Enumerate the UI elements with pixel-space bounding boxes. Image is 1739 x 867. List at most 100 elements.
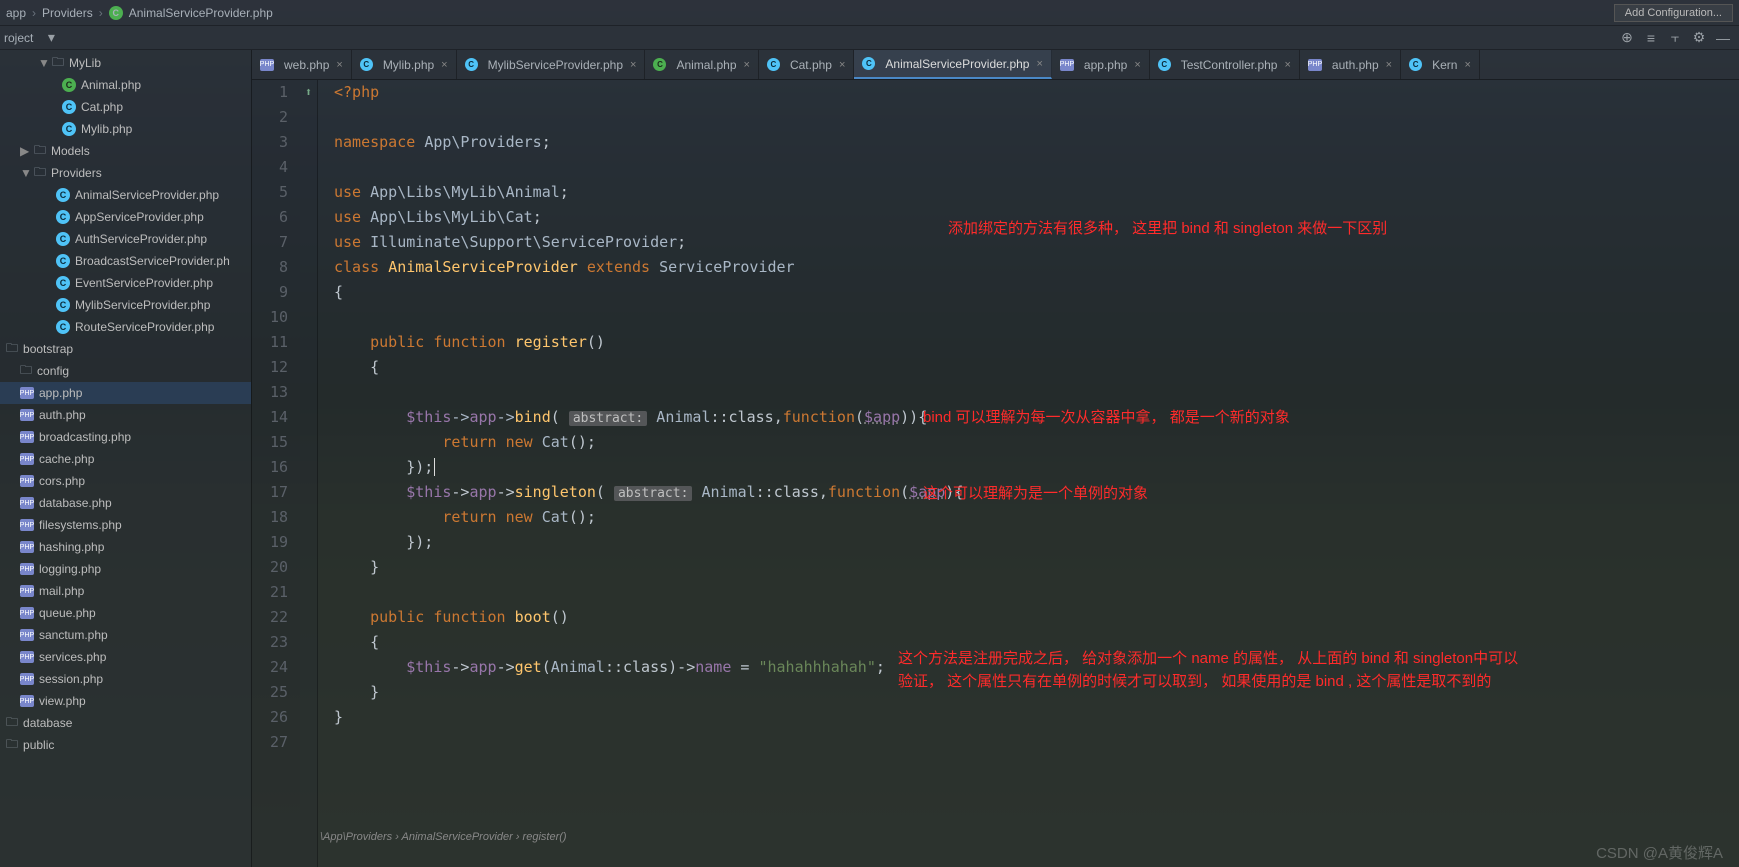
editor-tab[interactable]: CAnimalServiceProvider.php×	[854, 50, 1052, 79]
tree-label: view.php	[39, 694, 86, 708]
close-icon[interactable]: ×	[441, 59, 447, 71]
expand-icon[interactable]: ≡	[1642, 29, 1660, 47]
tree-item[interactable]: 🗀public	[0, 734, 251, 756]
tree-item[interactable]: PHPcache.php	[0, 448, 251, 470]
close-icon[interactable]: ×	[839, 59, 845, 71]
tree-label: logging.php	[39, 562, 101, 576]
breadcrumb[interactable]: app › Providers › C AnimalServiceProvide…	[6, 6, 273, 20]
class-icon: C	[56, 298, 70, 312]
tree-item[interactable]: ▼🗀Providers	[0, 162, 251, 184]
tree-item[interactable]: PHPview.php	[0, 690, 251, 712]
close-icon[interactable]: ×	[1036, 58, 1042, 70]
tree-item[interactable]: PHPcors.php	[0, 470, 251, 492]
tree-label: Cat.php	[81, 100, 123, 114]
class-icon: C	[862, 57, 875, 70]
tree-item[interactable]: PHPservices.php	[0, 646, 251, 668]
gear-icon[interactable]: ⚙	[1690, 29, 1708, 47]
split-icon[interactable]: ⫟	[1666, 29, 1684, 47]
php-icon: PHP	[20, 497, 34, 509]
project-tree[interactable]: ▼🗀MyLibCAnimal.phpCCat.phpCMylib.php▶🗀Mo…	[0, 50, 252, 867]
dropdown-icon[interactable]: ▾	[42, 29, 60, 47]
tree-item[interactable]: PHPmail.php	[0, 580, 251, 602]
tab-label: MylibServiceProvider.php	[488, 58, 623, 72]
top-toolbar: app › Providers › C AnimalServiceProvide…	[0, 0, 1739, 26]
tree-item[interactable]: CAppServiceProvider.php	[0, 206, 251, 228]
tree-item[interactable]: CAnimal.php	[0, 74, 251, 96]
tree-item[interactable]: CCat.php	[0, 96, 251, 118]
tree-item[interactable]: PHP session.php	[0, 668, 251, 690]
tree-item[interactable]: CMylib.php	[0, 118, 251, 140]
editor-tab[interactable]: CTestController.php×	[1150, 50, 1300, 79]
tree-item[interactable]: PHP app.php	[0, 382, 251, 404]
tree-label: Providers	[51, 166, 102, 180]
editor-tab[interactable]: PHPauth.php×	[1300, 50, 1401, 79]
php-icon: PHP	[20, 651, 34, 663]
tree-label: hashing.php	[39, 540, 104, 554]
editor-tab[interactable]: CCat.php×	[759, 50, 854, 79]
close-icon[interactable]: ×	[1386, 59, 1392, 71]
locate-icon[interactable]: ⊕	[1618, 29, 1636, 47]
close-icon[interactable]: ×	[744, 59, 750, 71]
tree-label: sanctum.php	[39, 628, 108, 642]
editor-tab[interactable]: CMylibServiceProvider.php×	[457, 50, 646, 79]
tree-item[interactable]: PHPlogging.php	[0, 558, 251, 580]
tree-item[interactable]: PHPqueue.php	[0, 602, 251, 624]
tree-label: BroadcastServiceProvider.ph	[75, 254, 230, 268]
class-icon: C	[56, 210, 70, 224]
close-icon[interactable]: ×	[1464, 59, 1470, 71]
tree-item[interactable]: 🗀config	[0, 360, 251, 382]
close-icon[interactable]: ×	[1284, 59, 1290, 71]
php-icon: PHP	[20, 673, 34, 685]
parameter-hint: abstract:	[569, 411, 647, 426]
php-icon: PHP	[20, 629, 34, 641]
tree-item[interactable]: CAnimalServiceProvider.php	[0, 184, 251, 206]
tree-item[interactable]: PHPdatabase.php	[0, 492, 251, 514]
tree-item[interactable]: CAuthServiceProvider.php	[0, 228, 251, 250]
breadcrumb-seg[interactable]: AnimalServiceProvider.php	[129, 6, 273, 20]
tree-item[interactable]: CMylibServiceProvider.php	[0, 294, 251, 316]
breadcrumb-seg[interactable]: Providers	[42, 6, 93, 20]
editor-breadcrumb[interactable]: \App\Providers › AnimalServiceProvider ›…	[320, 831, 567, 843]
code-content[interactable]: <?php namespace App\Providers; use App\L…	[318, 80, 1739, 867]
tree-label: Mylib.php	[81, 122, 132, 136]
php-icon: PHP	[20, 585, 34, 597]
tree-label: queue.php	[39, 606, 96, 620]
class-icon: C	[56, 232, 70, 246]
tree-item[interactable]: CEventServiceProvider.php	[0, 272, 251, 294]
tree-label: auth.php	[39, 408, 86, 422]
php-icon: PHP	[20, 387, 34, 399]
editor-tab[interactable]: PHPapp.php×	[1052, 50, 1150, 79]
tree-label: app.php	[39, 386, 82, 400]
tree-label: cors.php	[39, 474, 85, 488]
editor-tab[interactable]: PHPweb.php×	[252, 50, 352, 79]
add-configuration-button[interactable]: Add Configuration...	[1614, 4, 1733, 22]
editor-tab[interactable]: CAnimal.php×	[645, 50, 758, 79]
tab-label: Cat.php	[790, 58, 832, 72]
tree-item[interactable]: PHPfilesystems.php	[0, 514, 251, 536]
tree-item[interactable]: PHPbroadcasting.php	[0, 426, 251, 448]
close-icon[interactable]: ×	[630, 59, 636, 71]
tree-item[interactable]: PHP sanctum.php	[0, 624, 251, 646]
chevron-right-icon: ›	[32, 6, 36, 20]
tree-item[interactable]: 🗀database	[0, 712, 251, 734]
editor-tab[interactable]: CKern×	[1401, 50, 1480, 79]
tree-label: session.php	[39, 672, 103, 686]
code-editor[interactable]: 1234567891011121314151617181920212223242…	[252, 80, 1739, 867]
project-label: roject	[4, 31, 33, 45]
tree-item[interactable]: PHPhashing.php	[0, 536, 251, 558]
breadcrumb-seg[interactable]: app	[6, 6, 26, 20]
tree-item[interactable]: 🗀bootstrap	[0, 338, 251, 360]
php-icon: PHP	[20, 453, 34, 465]
hide-icon[interactable]: —	[1714, 29, 1732, 47]
class-icon: C	[109, 6, 123, 20]
tab-label: auth.php	[1332, 58, 1379, 72]
tree-item[interactable]: ▶🗀Models	[0, 140, 251, 162]
tree-item[interactable]: PHPauth.php	[0, 404, 251, 426]
close-icon[interactable]: ×	[336, 59, 342, 71]
close-icon[interactable]: ×	[1134, 59, 1140, 71]
tab-label: app.php	[1084, 58, 1127, 72]
editor-tab[interactable]: CMylib.php×	[352, 50, 457, 79]
tree-item[interactable]: CBroadcastServiceProvider.ph	[0, 250, 251, 272]
tree-item[interactable]: ▼🗀MyLib	[0, 52, 251, 74]
tree-item[interactable]: CRouteServiceProvider.php	[0, 316, 251, 338]
